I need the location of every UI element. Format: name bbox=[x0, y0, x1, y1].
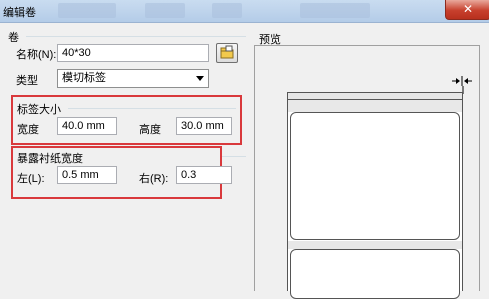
background-tab-blur bbox=[145, 3, 185, 18]
chevron-down-icon bbox=[196, 76, 204, 81]
background-tab-blur bbox=[58, 3, 116, 18]
liner-top-strip bbox=[287, 92, 463, 100]
label-size-section-label: 标签大小 bbox=[17, 104, 61, 116]
title-bar: 编辑卷 ✕ bbox=[0, 0, 489, 23]
close-icon: ✕ bbox=[462, 2, 474, 16]
name-input[interactable]: 40*30 bbox=[57, 44, 209, 62]
label-gap bbox=[288, 241, 462, 249]
type-select-value: 模切标签 bbox=[62, 72, 106, 84]
left-margin-input[interactable]: 0.5 mm bbox=[57, 166, 117, 184]
height-label: 高度 bbox=[139, 124, 161, 136]
right-margin-label: 右(R): bbox=[139, 173, 169, 185]
liner-gap bbox=[288, 100, 462, 112]
background-tab-blur bbox=[212, 3, 242, 18]
roll-section-label: 卷 bbox=[8, 32, 19, 44]
pick-roll-button[interactable] bbox=[216, 43, 238, 63]
left-margin-label: 左(L): bbox=[17, 173, 45, 185]
right-margin-input[interactable]: 0.3 bbox=[176, 166, 232, 184]
folder-icon bbox=[220, 45, 234, 59]
background-tab-blur bbox=[300, 3, 370, 18]
width-label: 宽度 bbox=[17, 124, 39, 136]
window-title: 编辑卷 bbox=[3, 7, 36, 19]
name-label: 名称(N): bbox=[16, 49, 57, 61]
liner-group-line bbox=[222, 156, 246, 157]
label-size-group-line bbox=[68, 108, 236, 109]
liner-width-section-label: 暴露衬纸宽度 bbox=[17, 153, 83, 165]
type-label: 类型 bbox=[16, 75, 38, 87]
close-button[interactable]: ✕ bbox=[445, 0, 489, 20]
label-preview-next bbox=[290, 249, 460, 299]
label-preview bbox=[290, 112, 460, 240]
type-select[interactable]: 模切标签 bbox=[57, 69, 209, 88]
height-input[interactable]: 30.0 mm bbox=[176, 117, 232, 135]
roll-group-line bbox=[26, 36, 246, 37]
width-input[interactable]: 40.0 mm bbox=[57, 117, 117, 135]
